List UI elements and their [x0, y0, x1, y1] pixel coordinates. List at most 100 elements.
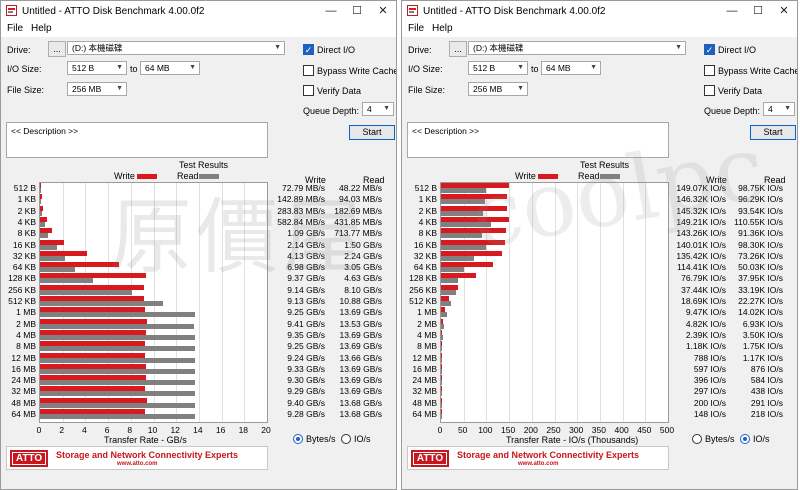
menu-file[interactable]: File — [408, 23, 424, 34]
row-read-value: 13.68 GB/s — [339, 409, 382, 419]
row-write-value: 6.98 GB/s — [287, 262, 325, 273]
read-bar — [441, 357, 442, 363]
row-size-label: 512 B — [13, 183, 36, 193]
title-bar[interactable]: Untitled - ATTO Disk Benchmark 4.00.0f2 —… — [1, 1, 396, 21]
read-bar — [441, 244, 486, 250]
row-write-value: 9.41 GB/s — [287, 318, 325, 329]
title-bar[interactable]: Untitled - ATTO Disk Benchmark 4.00.0f2 —… — [402, 1, 797, 21]
bypass-write-cache-checkbox[interactable] — [303, 65, 314, 76]
row-read-value: 3.05 GB/s — [344, 262, 382, 273]
row-read-value: 438 IO/s — [750, 386, 783, 397]
direct-io-checkbox[interactable]: ✓ — [303, 44, 314, 55]
minimize-button[interactable]: — — [318, 1, 344, 21]
chevron-down-icon: ▼ — [189, 64, 196, 71]
gridline — [509, 183, 511, 422]
chevron-down-icon: ▼ — [675, 44, 682, 51]
banner-tagline: Storage and Network Connectivity Experts — [457, 450, 640, 460]
start-button[interactable]: Start — [349, 125, 395, 140]
menu-file[interactable]: File — [7, 23, 23, 34]
row-size-label: 64 KB — [413, 262, 437, 273]
row-write-value: 4.13 GB/s — [287, 250, 325, 261]
direct-io-checkbox-label: Direct I/O — [718, 45, 757, 55]
row-write-value: 9.25 GB/s — [287, 307, 325, 318]
bytes-per-sec-radio[interactable] — [692, 434, 702, 444]
verify-data-checkbox-label: Verify Data — [718, 86, 763, 96]
legend-read-label: Read — [177, 171, 199, 181]
minimize-button[interactable]: — — [719, 1, 745, 21]
bypass-write-cache-checkbox-label: Bypass Write Cache — [317, 66, 397, 76]
read-bar — [441, 233, 483, 239]
x-tick-label: 400 — [614, 425, 629, 435]
row-read-value: 1.75K IO/s — [742, 341, 783, 352]
queue-depth-value: 4 — [768, 104, 773, 114]
row-size-label: 32 KB — [12, 250, 36, 261]
close-button[interactable]: ✕ — [771, 1, 797, 21]
verify-data-checkbox[interactable] — [704, 85, 715, 96]
atto-logo: ATTO — [411, 450, 449, 467]
row-write-value: 9.40 GB/s — [287, 397, 325, 408]
row-read-value: 93.54K IO/s — [738, 205, 783, 216]
read-bar — [40, 391, 196, 397]
benchmark-window: Untitled - ATTO Disk Benchmark 4.00.0f2 —… — [401, 0, 798, 490]
drive-select[interactable]: (D:) 本機磁碟 ▼ — [468, 41, 686, 55]
bypass-write-cache-checkbox[interactable] — [704, 65, 715, 76]
read-bar — [441, 221, 492, 227]
row-write-value: 9.37 GB/s — [287, 273, 325, 284]
app-icon — [407, 5, 418, 16]
description-field[interactable]: << Description >> — [6, 122, 268, 158]
read-bar — [40, 267, 75, 273]
read-bar — [441, 199, 485, 205]
maximize-button[interactable]: ☐ — [344, 1, 370, 21]
x-tick-label: 16 — [215, 425, 226, 435]
row-write-value: 9.28 GB/s — [287, 409, 325, 419]
io-per-sec-radio[interactable] — [341, 434, 351, 444]
verify-data-checkbox-label: Verify Data — [317, 86, 362, 96]
row-read-value: 3.50K IO/s — [742, 329, 783, 340]
io-size-to-select[interactable]: 64 MB ▼ — [140, 61, 200, 75]
description-field[interactable]: << Description >> — [407, 122, 669, 158]
queue-depth-select[interactable]: 4 ▼ — [763, 102, 795, 116]
row-read-value: 584 IO/s — [750, 375, 783, 386]
close-button[interactable]: ✕ — [370, 1, 396, 21]
row-write-value: 76.79K IO/s — [681, 273, 726, 284]
row-write-value: 114.41K IO/s — [677, 262, 726, 273]
chevron-down-icon: ▼ — [116, 85, 123, 92]
row-write-value: 149.21K IO/s — [676, 216, 726, 227]
direct-io-checkbox[interactable]: ✓ — [704, 44, 715, 55]
row-read-value: 13.69 GB/s — [339, 386, 382, 397]
atto-banner[interactable]: ATTO Storage and Network Connectivity Exp… — [407, 446, 669, 470]
row-read-value: 876 IO/s — [750, 363, 783, 374]
bytes-per-sec-radio[interactable] — [293, 434, 303, 444]
row-read-value: 8.10 GB/s — [344, 284, 382, 295]
start-button[interactable]: Start — [750, 125, 796, 140]
maximize-button[interactable]: ☐ — [745, 1, 771, 21]
io-per-sec-radio[interactable] — [740, 434, 750, 444]
queue-depth-label: Queue Depth: — [303, 106, 360, 116]
verify-data-checkbox[interactable] — [303, 85, 314, 96]
file-size-select[interactable]: 256 MB ▼ — [468, 82, 528, 96]
row-size-label: 32 MB — [11, 386, 36, 397]
read-bar — [441, 188, 486, 193]
x-tick-label: 450 — [637, 425, 652, 435]
menu-help[interactable]: Help — [432, 23, 453, 34]
browse-button[interactable]: ... — [48, 41, 66, 57]
row-size-label: 12 MB — [11, 352, 36, 363]
queue-depth-select[interactable]: 4 ▼ — [362, 102, 394, 116]
io-size-to-select[interactable]: 64 MB ▼ — [541, 61, 601, 75]
io-size-from-select[interactable]: 512 B ▼ — [67, 61, 127, 75]
browse-button[interactable]: ... — [449, 41, 467, 57]
io-size-label: I/O Size: — [408, 64, 443, 74]
menu-bar: File Help — [402, 21, 797, 37]
atto-banner[interactable]: ATTO Storage and Network Connectivity Exp… — [6, 446, 268, 470]
drive-select[interactable]: (D:) 本機磁碟 ▼ — [67, 41, 285, 55]
chart-plot-area — [440, 182, 669, 423]
menu-help[interactable]: Help — [31, 23, 52, 34]
read-bar — [40, 368, 196, 374]
io-size-from-select[interactable]: 512 B ▼ — [468, 61, 528, 75]
row-read-value: 96.29K IO/s — [738, 194, 783, 205]
read-bar — [441, 402, 442, 408]
file-size-select[interactable]: 256 MB ▼ — [67, 82, 127, 96]
row-size-label: 8 MB — [16, 341, 36, 352]
row-read-value: 13.69 GB/s — [339, 341, 382, 352]
row-size-label: 32 MB — [412, 386, 437, 397]
